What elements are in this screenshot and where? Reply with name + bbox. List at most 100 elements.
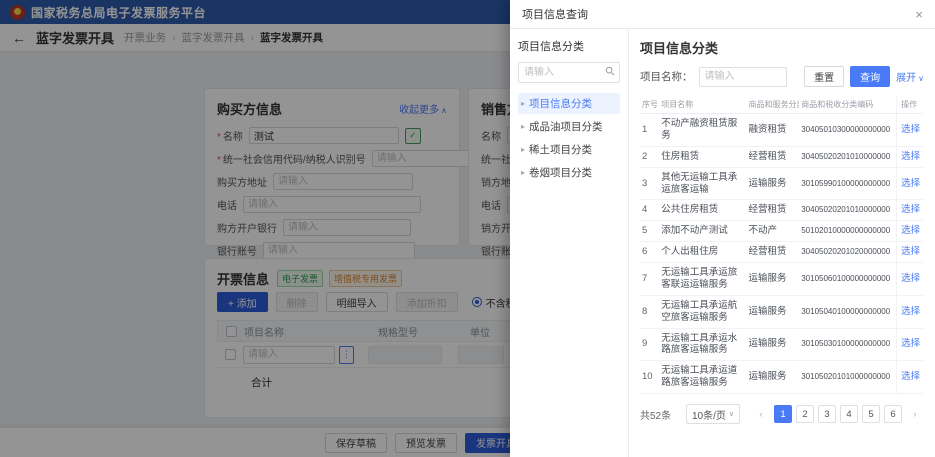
cell-short: 经营租赁 — [746, 242, 799, 263]
tree-item-label: 成品油项目分类 — [529, 119, 603, 134]
page-button-5[interactable]: 5 — [862, 405, 880, 423]
cell-no: 2 — [640, 146, 659, 167]
cell-code: 30405020201010000000 — [799, 200, 896, 221]
cell-short: 运输服务 — [746, 295, 799, 328]
cell-no: 5 — [640, 221, 659, 242]
col-header-seq: 序号 — [640, 96, 659, 114]
cell-name: 其他无运输工具承运旅客运输 — [659, 167, 746, 200]
category-tree-panel: 项目信息分类 ▸ 项目信息分类 ▸ 成品油项目分类 ▸ 稀土项目分类 ▸ 卷烟项目分类 — [510, 29, 629, 457]
project-table: 序号 项目名称 商品和服务分类简称 商品和税收分类编码 操作 1不动产融资租赁服… — [640, 96, 923, 394]
cell-no: 3 — [640, 167, 659, 200]
tree-expand-caret-icon[interactable]: ▸ — [521, 99, 525, 108]
tree-panel-title: 项目信息分类 — [518, 38, 620, 54]
cell-code: 50102010000000000000 — [799, 221, 896, 242]
col-header-project-name: 项目名称 — [659, 96, 746, 114]
cell-no: 9 — [640, 328, 659, 361]
next-page-button[interactable]: › — [906, 405, 924, 423]
table-row: 5添加不动产测试不动产50102010000000000000选择 — [640, 221, 923, 242]
tree-item-label: 稀土项目分类 — [529, 142, 592, 157]
table-row: 2住房租赁经营租赁30405020201010000000选择 — [640, 146, 923, 167]
table-row: 8无运输工具承运航空旅客运输服务运输服务30105040100000000000… — [640, 295, 923, 328]
cell-code: 30105060100000000000 — [799, 263, 896, 296]
cell-no: 1 — [640, 114, 659, 147]
tree-expand-caret-icon[interactable]: ▸ — [521, 145, 525, 154]
page-button-2[interactable]: 2 — [796, 405, 814, 423]
cell-short: 融资租赁 — [746, 114, 799, 147]
project-name-label: 项目名称： — [640, 69, 693, 84]
col-header-action: 操作 — [897, 96, 923, 114]
search-icon — [605, 66, 615, 79]
cell-name: 个人出租住房 — [659, 242, 746, 263]
select-row-link[interactable]: 选择 — [901, 338, 920, 349]
page-button-3[interactable]: 3 — [818, 405, 836, 423]
query-button[interactable]: 查询 — [850, 66, 890, 87]
cell-name: 不动产融资租赁服务 — [659, 114, 746, 147]
prev-page-button[interactable]: ‹ — [752, 405, 770, 423]
select-row-link[interactable]: 选择 — [901, 178, 920, 189]
close-icon[interactable]: × — [915, 8, 923, 21]
cell-code: 30105040100000000000 — [799, 295, 896, 328]
tree-item-label: 卷烟项目分类 — [529, 165, 592, 180]
table-row: 9无运输工具承运水路旅客运输服务运输服务30105030100000000000… — [640, 328, 923, 361]
select-row-link[interactable]: 选择 — [901, 371, 920, 382]
cell-code: 30405020201020000000 — [799, 242, 896, 263]
select-row-link[interactable]: 选择 — [901, 306, 920, 317]
query-panel-title: 项目信息分类 — [640, 38, 924, 57]
page-button-6[interactable]: 6 — [884, 405, 902, 423]
cell-no: 4 — [640, 200, 659, 221]
cell-no: 7 — [640, 263, 659, 296]
total-count-label: 共52条 — [640, 407, 671, 422]
select-row-link[interactable]: 选择 — [901, 225, 920, 236]
cell-short: 经营租赁 — [746, 146, 799, 167]
expand-link[interactable]: 展开 — [896, 69, 924, 84]
page-button-4[interactable]: 4 — [840, 405, 858, 423]
table-row: 4公共住房租赁经营租赁30405020201010000000 选择 — [640, 200, 923, 221]
select-row-link[interactable]: 选择 — [901, 151, 920, 162]
cell-short: 运输服务 — [746, 328, 799, 361]
project-query-drawer: 项目信息查询 × 项目信息分类 ▸ 项目信息分类 ▸ 成品油项目分类 ▸ 稀土项目分类 ▸ 卷… — [510, 0, 935, 457]
select-row-link[interactable]: 选择 — [901, 273, 920, 284]
drawer-title: 项目信息查询 — [522, 6, 588, 22]
cell-no: 10 — [640, 361, 659, 394]
cell-name: 公共住房租赁 — [659, 200, 746, 221]
col-header-category-short: 商品和服务分类简称 — [746, 96, 799, 114]
table-row: 1不动产融资租赁服务融资租赁30405010300000000000选择 — [640, 114, 923, 147]
select-row-link[interactable]: 选择 — [901, 246, 920, 257]
cell-short: 运输服务 — [746, 361, 799, 394]
cell-code: 30105990100000000000 — [799, 167, 896, 200]
select-row-link[interactable]: 选择 — [901, 204, 920, 215]
project-name-input[interactable] — [699, 67, 787, 87]
page-button-1[interactable]: 1 — [774, 405, 792, 423]
drawer-header: 项目信息查询 × — [510, 0, 935, 29]
tree-item-category[interactable]: ▸ 稀土项目分类 — [518, 139, 620, 160]
tree-expand-caret-icon[interactable]: ▸ — [521, 168, 525, 177]
cell-code: 30105020101000000000 — [799, 361, 896, 394]
table-row: 10无运输工具承运道路旅客运输服务运输服务3010502010100000000… — [640, 361, 923, 394]
pagination-bar: 共52条 10条/页 ∨ ‹ 123456 › — [640, 404, 924, 424]
select-row-link[interactable]: 选择 — [901, 124, 920, 135]
cell-name: 住房租赁 — [659, 146, 746, 167]
tree-item-category[interactable]: ▸ 卷烟项目分类 — [518, 162, 620, 183]
reset-button[interactable]: 重置 — [804, 66, 844, 87]
cell-short: 经营租赁 — [746, 200, 799, 221]
cell-name: 添加不动产测试 — [659, 221, 746, 242]
project-table-header-row: 序号 项目名称 商品和服务分类简称 商品和税收分类编码 操作 — [640, 96, 923, 114]
screen: 国家税务总局电子发票服务平台 ← 蓝字发票开具 开票业务›蓝字发票开具›蓝字发票… — [0, 0, 935, 457]
tree-item-selected[interactable]: ▸ 项目信息分类 — [518, 93, 620, 114]
cell-no: 8 — [640, 295, 659, 328]
tree-expand-caret-icon[interactable]: ▸ — [521, 122, 525, 131]
cell-code: 30105030100000000000 — [799, 328, 896, 361]
query-panel: 项目信息分类 项目名称： 重置 查询 展开 序号 — [629, 29, 935, 457]
cell-name: 无运输工具承运旅客联运运输服务 — [659, 263, 746, 296]
cell-name: 无运输工具承运航空旅客运输服务 — [659, 295, 746, 328]
cell-name: 无运输工具承运水路旅客运输服务 — [659, 328, 746, 361]
tree-item-label: 项目信息分类 — [529, 96, 592, 111]
query-form-row: 项目名称： 重置 查询 展开 — [640, 66, 924, 87]
tree-item-category[interactable]: ▸ 成品油项目分类 — [518, 116, 620, 137]
table-row: 6个人出租住房经营租赁30405020201020000000 选择 — [640, 242, 923, 263]
cell-no: 6 — [640, 242, 659, 263]
page-size-select[interactable]: 10条/页 ∨ — [686, 404, 740, 424]
cell-short: 运输服务 — [746, 167, 799, 200]
cell-name: 无运输工具承运道路旅客运输服务 — [659, 361, 746, 394]
col-header-tax-code: 商品和税收分类编码 — [799, 96, 896, 114]
